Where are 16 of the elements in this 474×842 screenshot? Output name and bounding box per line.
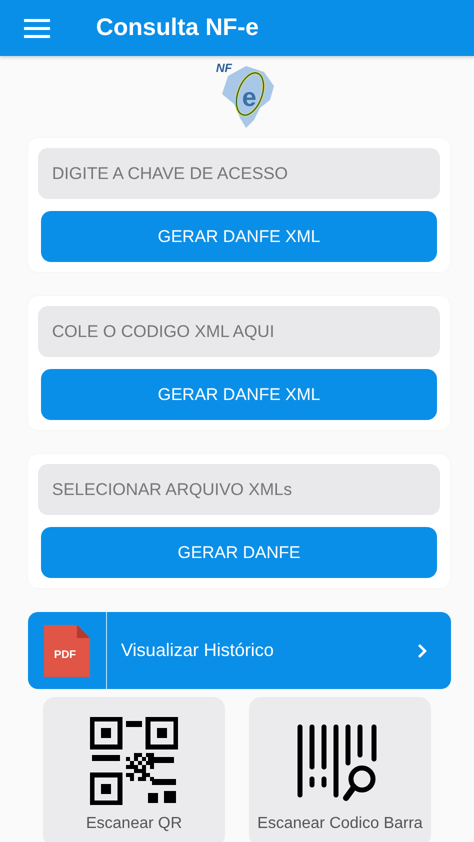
- input-field[interactable]: SELECIONAR ARQUIVO XMLs: [38, 464, 440, 515]
- pdf-icon: PDF: [44, 624, 90, 676]
- generate-button[interactable]: GERAR DANFE XML: [41, 369, 437, 420]
- chevron-right-icon: [417, 642, 427, 658]
- scan-tile[interactable]: Escanear QR: [43, 697, 225, 842]
- qr-code-icon: [90, 717, 178, 805]
- scan-tile[interactable]: Escanear Codico Barra: [249, 697, 431, 842]
- tile-label: Escanear QR: [86, 815, 182, 833]
- menu-icon[interactable]: [24, 18, 50, 38]
- history-button[interactable]: PDF Visualizar Histórico: [28, 612, 451, 689]
- generate-button[interactable]: GERAR DANFE XML: [41, 211, 437, 262]
- tile-label: Escanear Codico Barra: [257, 815, 423, 833]
- input-field[interactable]: COLE O CODIGO XML AQUI: [38, 306, 440, 357]
- app-title: Consulta NF-e: [96, 14, 259, 42]
- input-field[interactable]: DIGITE A CHAVE DE ACESSO: [38, 148, 440, 199]
- generate-button[interactable]: GERAR DANFE: [41, 527, 437, 578]
